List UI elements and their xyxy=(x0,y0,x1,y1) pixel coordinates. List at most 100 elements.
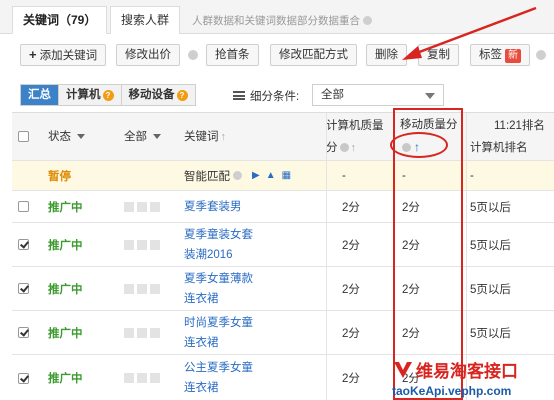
help-icon xyxy=(233,171,242,180)
keyword-cell: 公主夏季女童 连衣裙 xyxy=(184,355,326,400)
keyword-link[interactable]: 夏季女童薄款 xyxy=(184,269,253,289)
row-checkbox-cell xyxy=(18,223,38,266)
pc-quality-value: - xyxy=(342,169,346,182)
chevron-down-icon xyxy=(77,134,85,139)
column-divider xyxy=(466,161,467,190)
smart-match-row: 暂停 智能匹配 ▶ ▲ ▦ - - - xyxy=(12,161,554,191)
column-divider xyxy=(326,267,327,310)
status-header[interactable]: 状态 xyxy=(48,113,118,160)
tab-keywords[interactable]: 关键词（79） xyxy=(12,6,108,34)
row-checkbox[interactable] xyxy=(18,327,29,338)
help-icon[interactable] xyxy=(363,16,372,25)
tag-button[interactable]: 标签新 xyxy=(470,44,530,66)
status-active: 推广中 xyxy=(48,373,83,385)
keyword-link-line2[interactable]: 装潮2016 xyxy=(184,245,233,265)
watermark-logo-icon xyxy=(394,362,412,378)
condition-label: 细分条件: xyxy=(250,91,300,103)
keyword-link[interactable]: 时尚夏季女童 xyxy=(184,313,253,333)
pc-rank-value: 5页以后 xyxy=(470,283,511,296)
row-checkbox-cell xyxy=(18,267,38,310)
redacted-blocks xyxy=(124,327,160,338)
pc-quality-value: 2分 xyxy=(342,327,360,340)
condition-value: 全部 xyxy=(321,89,344,101)
help-icon[interactable] xyxy=(188,50,198,60)
placeholder-cell xyxy=(124,223,184,266)
pc-rank-value: - xyxy=(470,169,474,182)
device-segment: 汇总 计算机? 移动设备? xyxy=(20,84,196,106)
sort-up-icon: ↑ xyxy=(220,130,227,143)
column-divider xyxy=(326,355,327,400)
pc-quality-header-line1: 计算机质量 xyxy=(326,119,384,132)
keyword-link[interactable]: 夏季童装女套 xyxy=(184,225,253,245)
tab-search-audience[interactable]: 搜索人群 xyxy=(110,6,181,34)
pc-quality-cell: 2分 xyxy=(326,223,396,266)
watermark-en: taoKeApi.vephp.com xyxy=(392,384,512,398)
row-checkbox[interactable] xyxy=(18,239,29,250)
seg-computer-label: 计算机 xyxy=(66,89,101,101)
plus-icon: + xyxy=(29,47,37,62)
pc-quality-cell: 2分 xyxy=(326,267,396,310)
pc-quality-value: 2分 xyxy=(342,239,360,252)
redacted-blocks xyxy=(124,201,160,212)
table-row[interactable]: 推广中 夏季套装男 2分 2分 5页以后 xyxy=(12,191,554,223)
seg-computer[interactable]: 计算机? xyxy=(59,85,122,105)
status-paused: 暂停 xyxy=(48,170,71,183)
report-icon[interactable]: ▦ xyxy=(282,170,291,181)
select-all-checkbox[interactable] xyxy=(18,131,29,142)
keyword-cell: 夏季套装男 xyxy=(184,191,326,222)
tag-label: 标签 xyxy=(479,49,502,61)
keyword-link[interactable]: 夏季套装男 xyxy=(184,197,242,217)
highlight-ellipse xyxy=(390,132,448,158)
row-checkbox[interactable] xyxy=(18,372,29,384)
edit-bid-button[interactable]: 修改出价 xyxy=(116,44,180,66)
grab-top-button[interactable]: 抢首条 xyxy=(206,44,259,66)
row-checkbox[interactable] xyxy=(18,283,29,294)
status-active: 推广中 xyxy=(48,239,83,252)
keyword-link-line2[interactable]: 连衣裙 xyxy=(184,289,219,309)
table-row[interactable]: 推广中 夏季女童薄款 连衣裙 2分 2分 5页以后 xyxy=(12,267,554,311)
pc-rank-cell: - xyxy=(466,161,554,190)
row-checkbox-cell xyxy=(18,311,38,354)
keyword-link[interactable]: 公主夏季女童 xyxy=(184,358,253,378)
status-cell: 推广中 xyxy=(48,191,118,222)
row-checkbox[interactable] xyxy=(18,201,29,212)
tab-note-text: 人群数据和关键词数据部分数据重合 xyxy=(192,15,360,27)
keyword-cell: 时尚夏季女童 连衣裙 xyxy=(184,311,326,354)
seg-mobile[interactable]: 移动设备? xyxy=(122,85,195,105)
toolbar: + 添加关键词 修改出价 抢首条 修改匹配方式 删除 复制 标签新 xyxy=(0,40,554,72)
copy-button[interactable]: 复制 xyxy=(418,44,459,66)
delete-button[interactable]: 删除 xyxy=(366,44,407,66)
help-icon[interactable] xyxy=(536,50,546,60)
pc-rank-cell: 5页以后 xyxy=(466,311,554,354)
column-divider xyxy=(326,113,327,160)
pc-quality-cell: 2分 xyxy=(326,355,396,400)
keyword-link-line2[interactable]: 连衣裙 xyxy=(184,378,219,398)
table-row[interactable]: 推广中 时尚夏季女童 连衣裙 2分 2分 5页以后 xyxy=(12,311,554,355)
condition-select[interactable]: 全部 xyxy=(312,84,444,106)
pc-quality-header-suffix: 分 xyxy=(326,141,338,154)
status-header-label: 状态 xyxy=(48,130,71,143)
sort-up-icon: ↑ xyxy=(350,141,357,154)
select-all-cell xyxy=(18,113,38,160)
status-cell: 推广中 xyxy=(48,267,118,310)
column-divider xyxy=(466,311,467,354)
table-row[interactable]: 推广中 夏季童装女套 装潮2016 2分 2分 5页以后 xyxy=(12,223,554,267)
watermark-cn: 维易淘客接口 xyxy=(416,362,518,381)
seg-summary[interactable]: 汇总 xyxy=(21,85,59,105)
status-cell: 推广中 xyxy=(48,223,118,266)
column-divider xyxy=(466,223,467,266)
pc-quality-header[interactable]: 计算机质量 分 ↑ xyxy=(326,113,396,160)
pc-rank-cell: 5页以后 xyxy=(466,223,554,266)
keyword-header[interactable]: 关键词 ↑ xyxy=(184,113,326,160)
placeholder-cell xyxy=(124,355,184,400)
status-active: 推广中 xyxy=(48,283,83,296)
keyword-link-line2[interactable]: 连衣裙 xyxy=(184,333,219,353)
add-keyword-button[interactable]: + 添加关键词 xyxy=(20,44,107,66)
chart-icon[interactable]: ▲ xyxy=(266,170,276,181)
watermark: 维易淘客接口 taoKeApi.vephp.com xyxy=(392,356,554,400)
help-icon xyxy=(339,142,349,152)
all-header[interactable]: 全部 xyxy=(124,113,184,160)
play-icon[interactable]: ▶ xyxy=(252,170,260,181)
status-active: 推广中 xyxy=(48,327,83,340)
edit-match-button[interactable]: 修改匹配方式 xyxy=(270,44,357,66)
